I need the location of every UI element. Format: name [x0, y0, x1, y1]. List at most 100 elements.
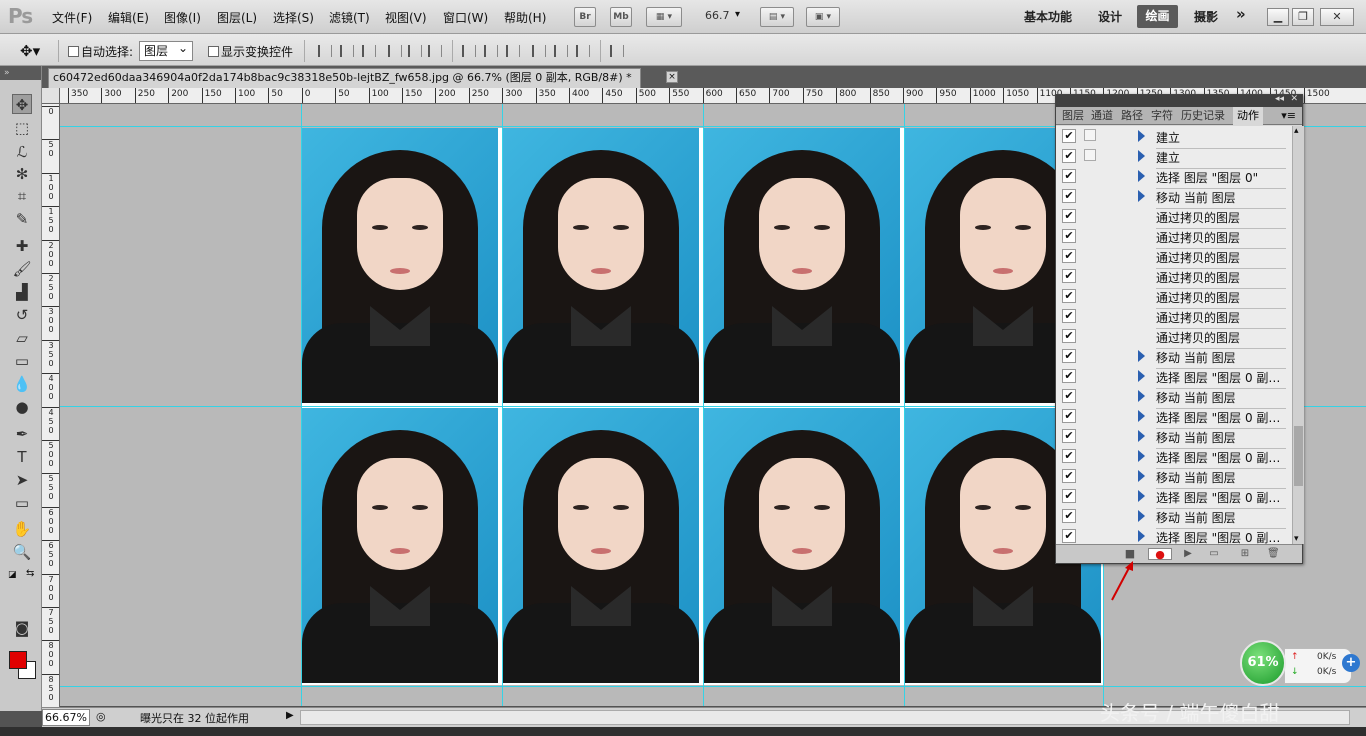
guide-line[interactable] [904, 104, 905, 706]
action-step-row[interactable]: ✔ 通过拷贝的图层 [1056, 306, 1292, 329]
dialog-toggle-box[interactable] [1084, 149, 1096, 161]
action-step-row[interactable]: ✔ 选择 图层 "图层 0 副本... [1056, 486, 1292, 509]
default-colors-icon[interactable]: ◪ [8, 570, 17, 580]
quick-mask-icon[interactable]: ◙ [12, 618, 32, 638]
action-step-row[interactable]: ✔ 通过拷贝的图层 [1056, 226, 1292, 249]
vertical-ruler[interactable]: 0 5 0 1 0 0 1 5 0 2 0 0 2 5 0 3 0 0 3 5 0 4 0 0 4… [42, 104, 60, 709]
distribute-left-icon[interactable] [532, 45, 546, 57]
cpu-usage-ball[interactable]: 61% [1240, 640, 1286, 686]
action-step-row[interactable]: ✔ 建立 [1056, 126, 1292, 149]
menu-edit[interactable]: 编辑(E) [108, 9, 149, 26]
foreground-color-swatch[interactable] [9, 651, 27, 669]
action-step-row[interactable]: ✔ 选择 图层 "图层 0 副本... [1056, 526, 1292, 544]
distribute-right-icon[interactable] [576, 45, 590, 57]
action-step-row[interactable]: ✔ 选择 图层 "图层 0" [1056, 166, 1292, 189]
align-top-icon[interactable] [318, 45, 332, 57]
delete-icon[interactable]: 🗑 [1267, 548, 1280, 560]
toggle-item-checkbox[interactable]: ✔ [1062, 509, 1076, 523]
expand-triangle-icon[interactable] [1138, 470, 1145, 482]
widget-plus-icon[interactable]: + [1342, 654, 1360, 672]
toggle-item-checkbox[interactable]: ✔ [1062, 369, 1076, 383]
record-icon[interactable]: ● [1148, 548, 1172, 561]
action-step-row[interactable]: ✔ 通过拷贝的图层 [1056, 246, 1292, 269]
healing-brush-tool-icon[interactable]: ✚ [12, 236, 32, 256]
action-step-row[interactable]: ✔ 移动 当前 图层 [1056, 386, 1292, 409]
action-step-row[interactable]: ✔ 移动 当前 图层 [1056, 186, 1292, 209]
guide-line[interactable] [703, 104, 704, 706]
guide-line[interactable] [301, 104, 302, 706]
quick-select-tool-icon[interactable]: ✻ [12, 164, 32, 184]
close-panel-icon[interactable]: ✕ [1290, 94, 1298, 104]
menu-view[interactable]: 视图(V) [385, 9, 427, 26]
toggle-item-checkbox[interactable]: ✔ [1062, 149, 1076, 163]
action-step-row[interactable]: ✔ 移动 当前 图层 [1056, 466, 1292, 489]
toggle-item-checkbox[interactable]: ✔ [1062, 309, 1076, 323]
toggle-item-checkbox[interactable]: ✔ [1062, 349, 1076, 363]
expand-triangle-icon[interactable] [1138, 350, 1145, 362]
network-monitor-widget[interactable]: ↑ 0K/s ↓ 0K/s 61% + [1238, 640, 1366, 690]
brush-tool-icon[interactable]: 🖌 [12, 259, 32, 279]
toggle-item-checkbox[interactable]: ✔ [1062, 129, 1076, 143]
gradient-tool-icon[interactable]: ▭ [12, 351, 32, 371]
expand-triangle-icon[interactable] [1138, 130, 1145, 142]
menu-layer[interactable]: 图层(L) [217, 9, 257, 26]
distribute-hcenter-icon[interactable] [554, 45, 568, 57]
path-selection-tool-icon[interactable]: ➤ [12, 470, 32, 490]
menu-file[interactable]: 文件(F) [52, 9, 92, 26]
align-bottom-icon[interactable] [362, 45, 376, 57]
expand-triangle-icon[interactable] [1138, 370, 1145, 382]
shape-tool-icon[interactable]: ▭ [12, 493, 32, 513]
expand-triangle-icon[interactable] [1138, 450, 1145, 462]
workspace-photo[interactable]: 摄影 [1194, 8, 1218, 25]
status-menu-icon[interactable]: ◎ [96, 710, 106, 723]
distribute-top-icon[interactable] [462, 45, 476, 57]
align-left-icon[interactable] [388, 45, 402, 57]
zoom-field[interactable]: 66.67% [42, 709, 90, 726]
align-vcenter-icon[interactable] [340, 45, 354, 57]
scroll-up-icon[interactable]: ▴ [1294, 126, 1299, 136]
expand-triangle-icon[interactable] [1138, 510, 1145, 522]
new-action-icon[interactable]: ⊞ [1239, 548, 1251, 560]
toggle-item-checkbox[interactable]: ✔ [1062, 169, 1076, 183]
lasso-tool-icon[interactable]: ℒ [12, 142, 32, 162]
crop-tool-icon[interactable]: ⌗ [12, 186, 32, 206]
action-step-row[interactable]: ✔ 通过拷贝的图层 [1056, 206, 1292, 229]
action-step-row[interactable]: ✔ 通过拷贝的图层 [1056, 266, 1292, 289]
arrange-documents-icon[interactable]: ▤ ▾ [760, 7, 794, 27]
zoom-tool-icon[interactable]: 🔍 [12, 542, 32, 562]
tab-layers[interactable]: 图层 [1062, 109, 1084, 123]
swap-colors-icon[interactable]: ⇆ [26, 568, 34, 579]
toggle-item-checkbox[interactable]: ✔ [1062, 489, 1076, 503]
bridge-button[interactable]: Br [574, 7, 596, 27]
workspace-more[interactable]: » [1236, 5, 1246, 23]
document-tab[interactable]: c60472ed60daa346904a0f2da174b8bac9c38318… [48, 68, 641, 88]
collapse-panel-icon[interactable]: ◂◂ [1275, 94, 1284, 104]
toggle-item-checkbox[interactable]: ✔ [1062, 429, 1076, 443]
guide-line[interactable] [60, 686, 1366, 687]
expand-triangle-icon[interactable] [1138, 170, 1145, 182]
history-brush-tool-icon[interactable]: ↺ [12, 305, 32, 325]
action-step-row[interactable]: ✔ 移动 当前 图层 [1056, 506, 1292, 529]
new-set-icon[interactable]: ▭ [1208, 548, 1220, 560]
tab-channels[interactable]: 通道 [1091, 109, 1113, 123]
menu-select[interactable]: 选择(S) [273, 9, 314, 26]
dialog-toggle-box[interactable] [1084, 129, 1096, 141]
stop-playing-icon[interactable]: ■ [1124, 548, 1136, 560]
tab-character[interactable]: 字符 [1151, 109, 1173, 123]
move-tool-preset-icon[interactable]: ✥▾ [20, 42, 40, 60]
tab-history[interactable]: 历史记录 [1181, 109, 1225, 123]
expand-triangle-icon[interactable] [1138, 410, 1145, 422]
action-step-row[interactable]: ✔ 选择 图层 "图层 0 副本... [1056, 366, 1292, 389]
zoom-level[interactable]: 66.7 [705, 9, 730, 22]
chevron-down-icon[interactable]: ▾ [735, 9, 740, 20]
close-tab-icon[interactable]: × [666, 71, 678, 83]
eraser-tool-icon[interactable]: ▱ [12, 328, 32, 348]
expand-triangle-icon[interactable] [1138, 430, 1145, 442]
move-tool-icon[interactable]: ✥ [12, 94, 32, 114]
tab-paths[interactable]: 路径 [1121, 109, 1143, 123]
expand-triangle-icon[interactable] [1138, 390, 1145, 402]
minimize-icon[interactable]: ▁ [1267, 8, 1289, 26]
view-extras-icon[interactable]: ▦ ▾ [646, 7, 682, 27]
menu-window[interactable]: 窗口(W) [443, 9, 488, 26]
clone-stamp-tool-icon[interactable]: ▟ [12, 282, 32, 302]
